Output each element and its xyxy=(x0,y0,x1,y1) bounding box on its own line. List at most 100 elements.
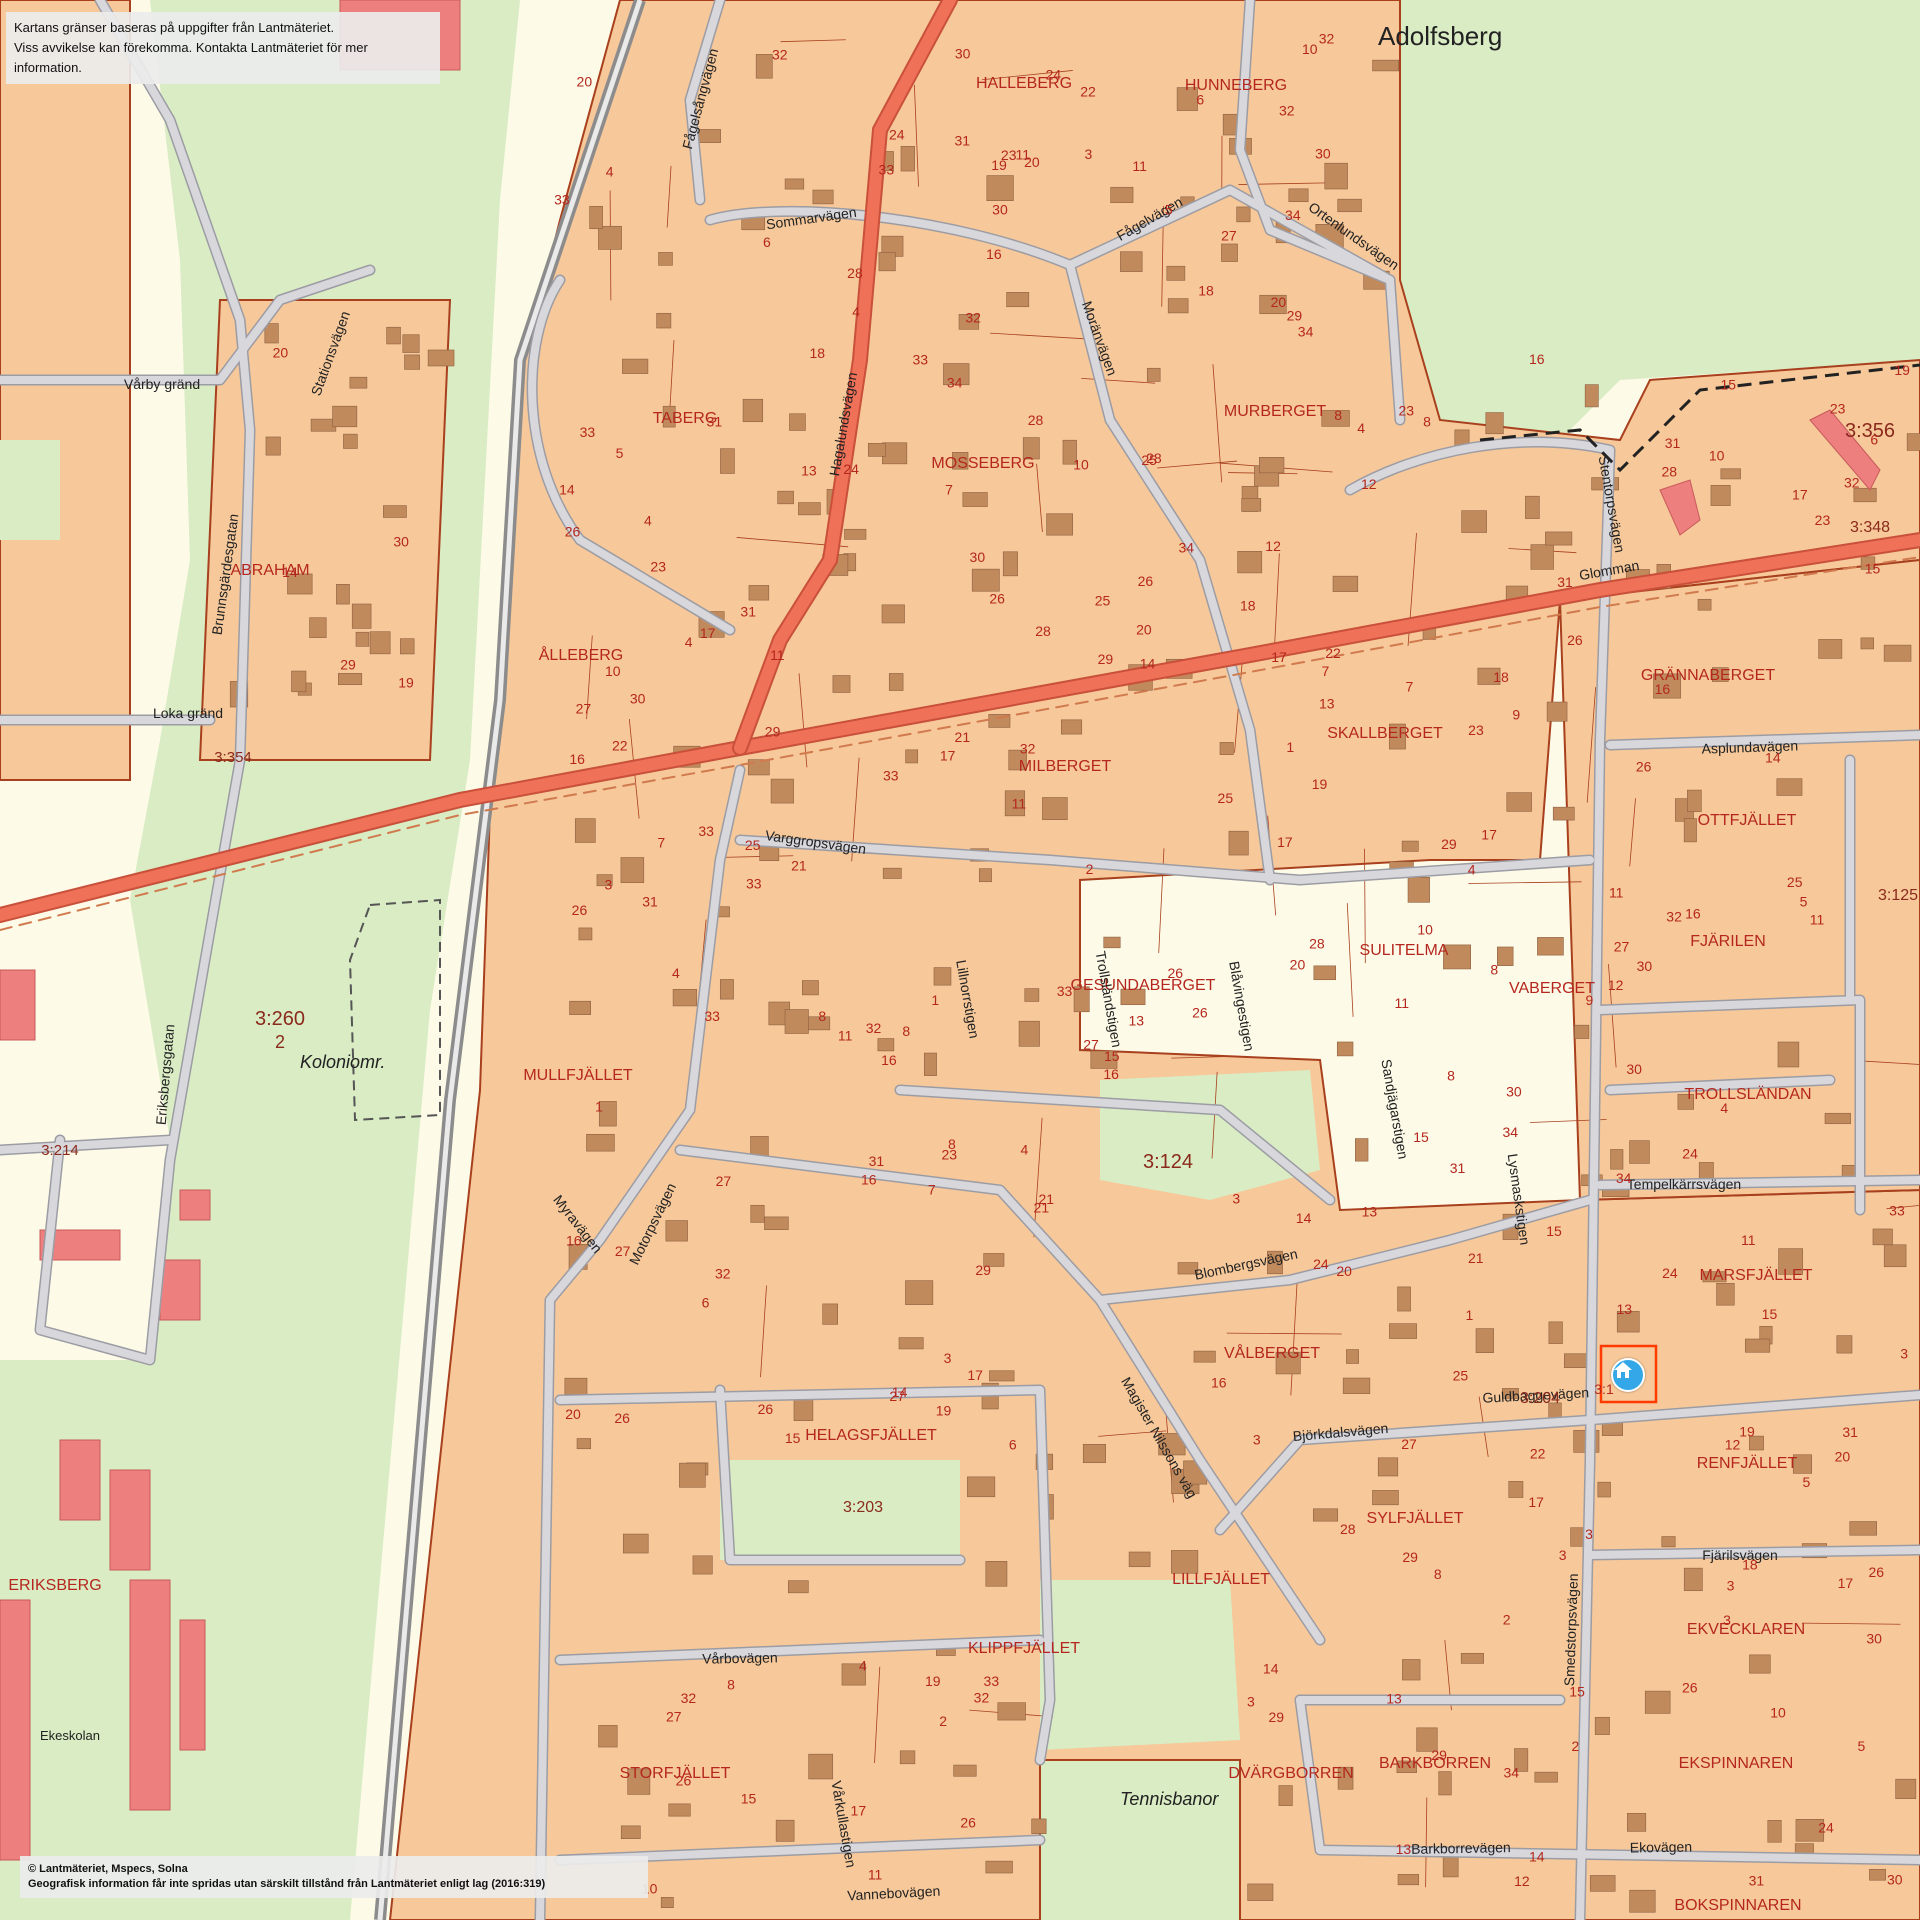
map-copyright-notice: © Lantmäteriet, Mspecs, Solna Geografisk… xyxy=(20,1856,648,1898)
parcel-id-label: 3:124 xyxy=(1143,1151,1193,1173)
lot-number-label: 27 xyxy=(716,1173,732,1189)
lot-number-label: 11 xyxy=(1016,146,1031,162)
parcel-id-label: 3:354 xyxy=(214,749,252,766)
lot-number-label: 28 xyxy=(1028,412,1044,428)
lot-number-label: 26 xyxy=(1192,1004,1208,1020)
lot-number-label: 28 xyxy=(1146,450,1162,466)
lot-number-label: 18 xyxy=(1198,283,1214,299)
house xyxy=(598,225,622,250)
lot-number-label: 15 xyxy=(1720,376,1736,392)
house xyxy=(1402,1659,1421,1681)
lot-number-label: 34 xyxy=(1616,1170,1632,1186)
district-label: TROLLSLÄNDAN xyxy=(1684,1085,1811,1103)
lot-number-label: 26 xyxy=(1682,1680,1698,1696)
house xyxy=(878,252,896,272)
lot-number-label: 10 xyxy=(1073,456,1089,472)
house xyxy=(1377,1457,1399,1477)
lot-number-label: 16 xyxy=(569,751,585,767)
lot-number-label: 24 xyxy=(1682,1146,1698,1162)
house xyxy=(1849,1521,1877,1536)
house xyxy=(1060,719,1083,735)
district-label: DVÄRGBORREN xyxy=(1228,1764,1353,1782)
district-label: GESUNDABERGET xyxy=(1071,977,1216,994)
lot-number-label: 2 xyxy=(939,1713,947,1729)
lot-number-label: 26 xyxy=(614,1410,630,1426)
house xyxy=(1407,877,1430,903)
house xyxy=(832,675,851,693)
lot-number-label: 20 xyxy=(273,345,289,361)
lot-number-label: 20 xyxy=(565,1406,581,1422)
place-name-label: Tennisbanor xyxy=(1120,1789,1219,1809)
house xyxy=(1219,742,1234,755)
house xyxy=(793,1397,814,1421)
lot-number-label: 32 xyxy=(715,1265,731,1281)
house xyxy=(882,442,908,465)
house xyxy=(578,927,593,941)
residential-block xyxy=(0,0,131,781)
lot-number-label: 12 xyxy=(1725,1436,1741,1452)
lot-number-label: 13 xyxy=(1386,1690,1402,1706)
map-canvas[interactable]: Adolfsberg Koloniomr. Tennisbanor Ekeskolan… xyxy=(0,0,1920,1920)
lot-number-label: 29 xyxy=(975,1262,991,1278)
lot-number-label: 7 xyxy=(945,481,953,497)
lot-number-label: 17 xyxy=(1838,1575,1854,1591)
public-building xyxy=(129,1579,171,1811)
house xyxy=(1438,1771,1452,1796)
lot-number-label: 6 xyxy=(1196,91,1204,107)
lot-number-label: 13 xyxy=(1319,695,1335,711)
lot-number-label: 30 xyxy=(1866,1631,1882,1647)
lot-number-label: 30 xyxy=(1506,1084,1522,1100)
public-building xyxy=(109,1469,151,1571)
house xyxy=(692,1555,713,1575)
lot-number-label: 3 xyxy=(1723,1612,1731,1628)
lot-number-label: 27 xyxy=(666,1709,682,1725)
lot-number-label: 25 xyxy=(1787,874,1803,890)
lot-number-label: 8 xyxy=(818,1008,826,1024)
district-label: HELAGSFJÄLLET xyxy=(805,1426,937,1444)
house xyxy=(310,418,337,432)
district-label: SYLFJÄLLET xyxy=(1367,1509,1464,1527)
house xyxy=(789,413,806,431)
house xyxy=(404,354,420,370)
house xyxy=(1397,1286,1411,1312)
lot-number-label: 4 xyxy=(1720,1100,1728,1116)
house xyxy=(620,1825,641,1839)
lot-number-label: 28 xyxy=(1661,463,1677,479)
lot-number-label: 15 xyxy=(1762,1306,1778,1322)
district-label: SULITELMA xyxy=(1360,942,1449,959)
property-map[interactable]: Adolfsberg Koloniomr. Tennisbanor Ekeskolan… xyxy=(0,0,1920,1920)
lot-number-label: 12 xyxy=(1608,977,1624,993)
place-name-label: Ekeskolan xyxy=(40,1728,100,1743)
lot-number-label: 26 xyxy=(572,902,588,918)
lot-number-label: 24 xyxy=(889,127,905,143)
lot-number-label: 3 xyxy=(1085,146,1093,162)
house xyxy=(1046,513,1073,536)
home-marker-icon[interactable] xyxy=(1611,1358,1645,1392)
lot-number-label: 8 xyxy=(727,1676,735,1692)
house xyxy=(1589,1875,1616,1892)
lot-number-label: 22 xyxy=(1325,645,1341,661)
house xyxy=(598,1725,618,1748)
parcel-id-label: 3:204 xyxy=(1520,1390,1560,1407)
lot-number-label: 4 xyxy=(672,965,680,981)
house-icon xyxy=(1614,1362,1632,1378)
lot-number-label: 17 xyxy=(700,625,716,641)
lot-number-label: 19 xyxy=(398,675,414,691)
house xyxy=(777,490,794,505)
lot-number-label: 3 xyxy=(1559,1547,1567,1563)
district-label: VABERGET xyxy=(1509,980,1595,997)
lot-number-label: 32 xyxy=(974,1689,990,1705)
house xyxy=(1744,1338,1771,1353)
lot-number-label: 17 xyxy=(940,747,956,763)
house xyxy=(369,631,391,655)
house xyxy=(1906,433,1920,451)
house xyxy=(1389,1323,1417,1339)
house xyxy=(1818,639,1843,659)
lot-number-label: 1 xyxy=(1286,739,1294,755)
house xyxy=(905,749,919,764)
lot-number-label: 10 xyxy=(1302,41,1318,57)
house xyxy=(1584,384,1599,408)
lot-number-label: 29 xyxy=(1431,1747,1447,1763)
public-building xyxy=(179,1189,211,1221)
lot-number-label: 16 xyxy=(1103,1066,1119,1082)
